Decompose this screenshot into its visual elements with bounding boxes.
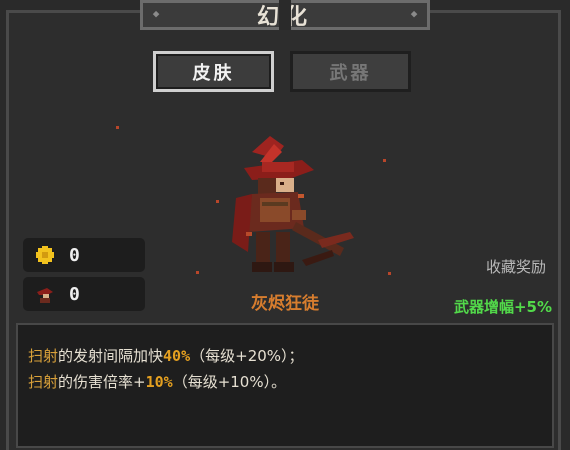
character-head-icon — [34, 283, 56, 305]
gear-token-icon — [34, 244, 56, 266]
description-box: 扫射的发射间隔加快40%（每级+20%）； 扫射的伤害倍率+10%（每级+10%… — [16, 323, 554, 448]
ember-particle — [116, 126, 119, 129]
rivet-icon: ◆ — [410, 7, 418, 20]
description-text: （每级+20%）； — [190, 347, 304, 365]
description-text: 的发射间隔加快 — [58, 347, 164, 365]
character-sprite — [232, 136, 354, 272]
stat-skins-count: 0 — [23, 277, 145, 311]
title-plate: ◆ 幻化 ◆ — [140, 0, 430, 30]
ember-particle — [196, 271, 199, 274]
tab-skin[interactable]: 皮肤 — [153, 51, 274, 92]
stat-value: 0 — [69, 244, 80, 266]
tab-weapon[interactable]: 武器 — [290, 51, 411, 92]
description-line: 扫射的发射间隔加快40%（每级+20%）； — [28, 345, 304, 366]
ember-particle — [216, 200, 219, 203]
weapon-boost-value: +5% — [513, 298, 552, 316]
ember-particle — [383, 159, 386, 162]
weapon-boost-text: 武器增幅 — [453, 298, 514, 316]
description-value: 40% — [163, 347, 191, 365]
stat-value: 0 — [69, 283, 80, 305]
character-name: 灰烬狂徒 — [251, 294, 319, 314]
page-title: 幻化 — [256, 5, 313, 30]
weapon-boost-label: 武器增幅+5% — [454, 296, 552, 317]
description-value: 10% — [145, 373, 173, 391]
collection-reward-label[interactable]: 收藏奖励 — [486, 256, 546, 277]
description-line: 扫射的伤害倍率+10%（每级+10%）。 — [28, 371, 286, 392]
rivet-icon: ◆ — [152, 7, 160, 20]
description-text: 的伤害倍率+ — [58, 373, 146, 391]
stat-parts-count: 0 — [23, 238, 145, 272]
description-text: （每级+10%）。 — [172, 373, 287, 391]
skill-name: 扫射 — [28, 347, 59, 365]
ember-particle — [388, 272, 391, 275]
skill-name: 扫射 — [28, 373, 59, 391]
